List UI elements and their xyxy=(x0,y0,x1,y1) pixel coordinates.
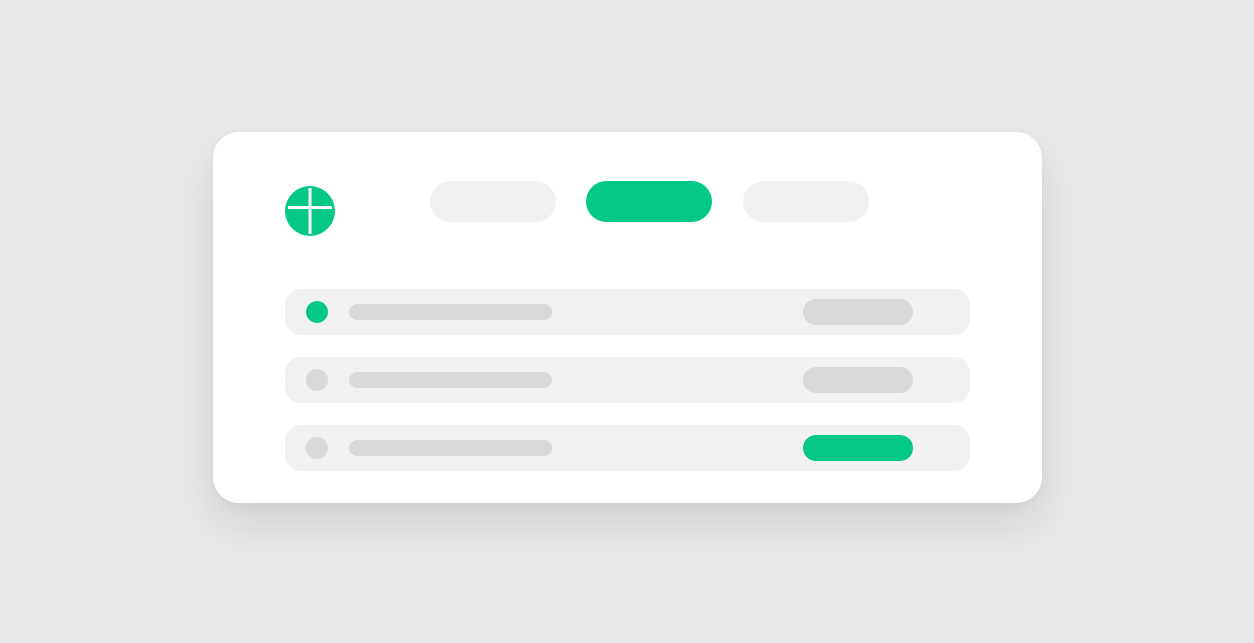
plus-circle-logo-icon xyxy=(285,186,335,236)
tab-2-active[interactable] xyxy=(586,181,712,222)
app-card xyxy=(213,132,1042,503)
list-item[interactable] xyxy=(285,425,970,471)
status-dot-inactive xyxy=(306,437,328,459)
list-item-label xyxy=(349,304,552,320)
tab-3[interactable] xyxy=(743,181,869,222)
tab-1[interactable] xyxy=(430,181,556,222)
list-item-label xyxy=(349,372,552,388)
list-item[interactable] xyxy=(285,357,970,403)
list-item[interactable] xyxy=(285,289,970,335)
list-item-label xyxy=(349,440,552,456)
list-item-action-button-active[interactable] xyxy=(803,435,913,461)
list-item-action-button[interactable] xyxy=(803,367,913,393)
status-dot-inactive xyxy=(306,369,328,391)
list-item-action-button[interactable] xyxy=(803,299,913,325)
status-dot-active xyxy=(306,301,328,323)
